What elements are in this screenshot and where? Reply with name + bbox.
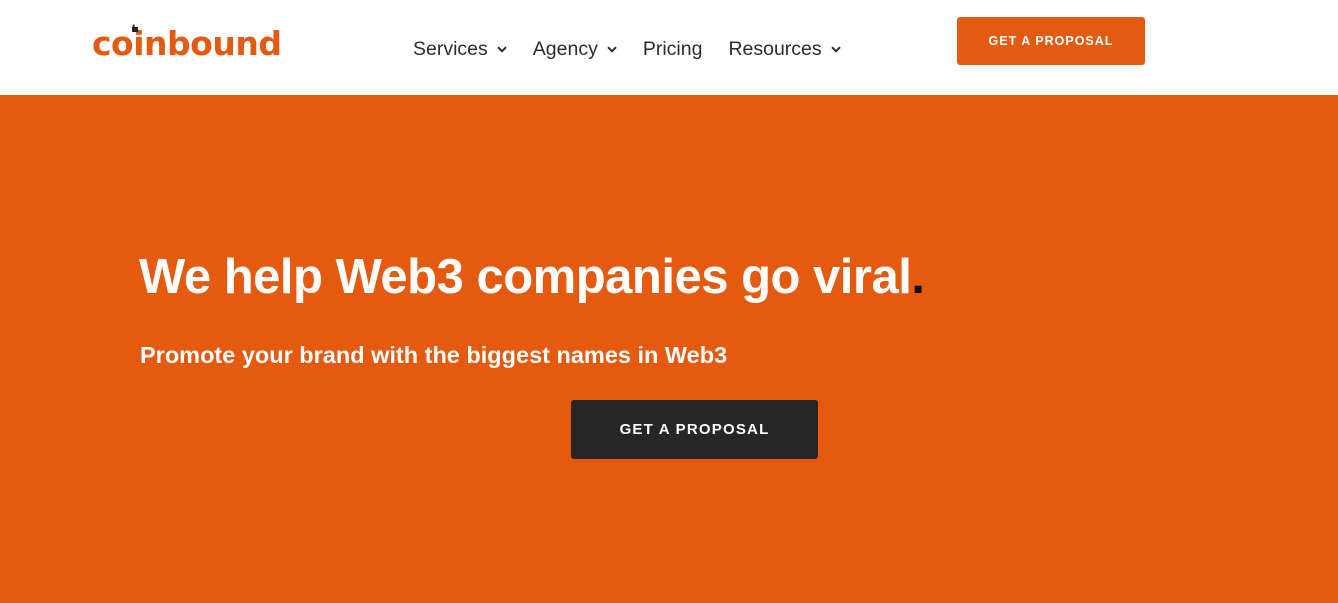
thumb-icon — [130, 20, 139, 32]
chevron-down-icon — [497, 45, 507, 53]
logo-wordmark: coinbound — [92, 24, 282, 63]
header-get-proposal-button[interactable]: GET A PROPOSAL — [957, 17, 1145, 65]
hero-headline: We help Web3 companies go viral. — [139, 247, 925, 307]
chevron-down-icon — [607, 45, 617, 53]
hero-headline-dot: . — [911, 250, 925, 304]
site-header: coinbound Services Agency Pricing Resour… — [0, 0, 1338, 95]
nav-item-agency[interactable]: Agency — [533, 38, 617, 61]
hero-section: We help Web3 companies go viral. Promote… — [0, 95, 1338, 603]
nav-item-pricing[interactable]: Pricing — [643, 38, 703, 61]
hero-subheadline: Promote your brand with the biggest name… — [140, 342, 728, 368]
hero-headline-text: We help Web3 companies go viral — [139, 250, 912, 304]
nav-item-services[interactable]: Services — [413, 38, 507, 61]
coinbound-logo[interactable]: coinbound — [92, 20, 282, 63]
nav-item-resources[interactable]: Resources — [728, 37, 841, 61]
nav-item-label: Pricing — [642, 37, 703, 60]
nav-item-label: Agency — [532, 37, 598, 60]
main-nav: Services Agency Pricing Resources — [413, 36, 841, 62]
nav-item-label: Resources — [728, 37, 822, 60]
chevron-down-icon — [830, 45, 841, 53]
hero-get-proposal-button[interactable]: GET A PROPOSAL — [571, 400, 818, 459]
nav-item-label: Services — [413, 37, 488, 60]
